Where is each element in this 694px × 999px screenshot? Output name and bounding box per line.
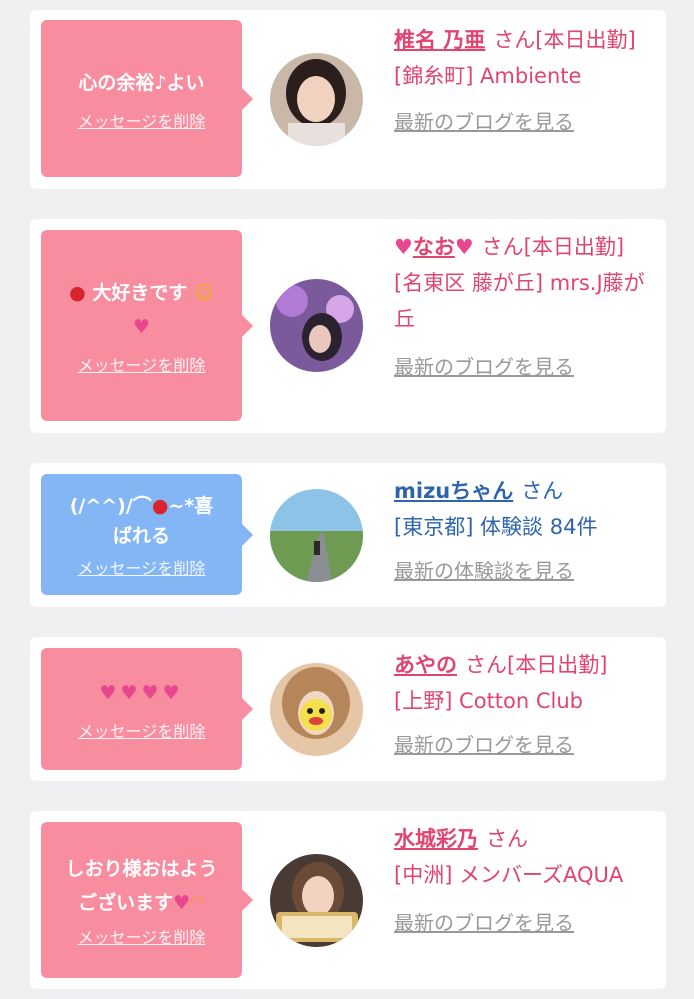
heart-icon: ♥ <box>120 682 142 704</box>
heart-ribbon-icon: ♥ <box>394 235 413 259</box>
delete-message-link[interactable]: メッセージを削除 <box>78 108 206 132</box>
rainbow-icon: ◠ <box>190 892 205 914</box>
honorific-text: さん[本日出勤] <box>481 235 625 259</box>
delete-message-link[interactable]: メッセージを削除 <box>78 718 206 742</box>
location-text: [上野] Cotton Club <box>394 689 584 713</box>
message-text: しおり様おはよう ございます♥◠ <box>65 858 218 914</box>
honorific-text: さん[本日出勤] <box>465 653 608 677</box>
profile-name-link[interactable]: 椎名 乃亜 <box>394 28 485 52</box>
smiling-face-icon: ☺ <box>194 281 214 304</box>
location-text: [名東区 藤が丘] mrs.J藤が丘 <box>394 271 645 331</box>
avatar[interactable] <box>270 53 363 146</box>
blog-link[interactable]: 最新のブログを見る <box>394 110 574 134</box>
list-item: しおり様おはよう ございます♥◠ メッセージを削除 水城彩乃 さん [中洲] メン… <box>30 811 666 989</box>
honorific-text: さん <box>521 479 564 503</box>
message-text: (/^^)/⌒●~*喜 ばれる <box>69 494 214 547</box>
profile-name-link[interactable]: mizuちゃん <box>394 479 513 503</box>
profile-name-link[interactable]: 水城彩乃 <box>394 827 478 851</box>
profile-name-link[interactable]: あやの <box>394 653 457 677</box>
message-bubble: ● 大好きです ☺ ♥ メッセージを削除 <box>41 230 253 421</box>
honorific-text: さん[本日出勤] <box>493 28 636 52</box>
profile-info: 水城彩乃 さん [中洲] メンバーズAQUA 最新のブログを見る <box>394 821 660 941</box>
strawberry-icon: ● <box>69 281 86 304</box>
avatar[interactable] <box>270 663 363 756</box>
list-item: ♥♥♥♥ メッセージを削除 あやの さん[本日出勤] [上野] Cotton Cl… <box>30 637 666 781</box>
experience-link[interactable]: 最新の体験談を見る <box>394 559 574 583</box>
heart-ribbon-icon: ♥ <box>173 892 191 914</box>
heart-ribbon-icon: ♥ <box>454 235 474 259</box>
blog-link[interactable]: 最新のブログを見る <box>394 733 574 757</box>
heart-icon: ♥ <box>132 315 151 338</box>
message-bubble: 心の余裕♪よい メッセージを削除 <box>41 20 253 177</box>
delete-message-link[interactable]: メッセージを削除 <box>78 352 206 376</box>
list-item: (/^^)/⌒●~*喜 ばれる メッセージを削除 mizuちゃん さん [東京都]… <box>30 463 666 607</box>
blog-link[interactable]: 最新のブログを見る <box>394 355 574 379</box>
location-text: [中洲] メンバーズAQUA <box>394 863 624 887</box>
delete-message-link[interactable]: メッセージを削除 <box>78 924 206 948</box>
message-bubble: (/^^)/⌒●~*喜 ばれる メッセージを削除 <box>41 474 253 595</box>
profile-name-link[interactable]: なお <box>413 235 455 259</box>
profile-info: 椎名 乃亜 さん[本日出勤] [錦糸町] Ambiente 最新のブログを見る <box>394 22 660 140</box>
profile-info: ♥なお♥ さん[本日出勤] [名東区 藤が丘] mrs.J藤が丘 最新のブログを見… <box>394 229 660 385</box>
message-text: ● 大好きです ☺ ♥ <box>69 281 214 338</box>
avatar[interactable] <box>270 854 363 947</box>
message-text: 心の余裕♪よい <box>78 71 205 94</box>
message-bubble: ♥♥♥♥ メッセージを削除 <box>41 648 253 770</box>
message-list: 心の余裕♪よい メッセージを削除 椎名 乃亜 さん[本日出勤] [錦糸町] Amb… <box>0 0 694 999</box>
avatar[interactable] <box>270 279 363 372</box>
profile-info: あやの さん[本日出勤] [上野] Cotton Club 最新のブログを見る <box>394 647 660 763</box>
heart-icon: ♥ <box>141 682 163 704</box>
heart-icon: ♥ <box>162 682 184 704</box>
message-bubble: しおり様おはよう ございます♥◠ メッセージを削除 <box>41 822 253 978</box>
avatar[interactable] <box>270 489 363 582</box>
delete-message-link[interactable]: メッセージを削除 <box>78 555 206 579</box>
list-item: 心の余裕♪よい メッセージを削除 椎名 乃亜 さん[本日出勤] [錦糸町] Amb… <box>30 10 666 189</box>
profile-info: mizuちゃん さん [東京都] 体験談 84件 最新の体験談を見る <box>394 473 660 589</box>
strawberry-icon: ● <box>151 494 169 517</box>
blog-link[interactable]: 最新のブログを見る <box>394 911 574 935</box>
location-text: [錦糸町] Ambiente <box>394 64 582 88</box>
heart-icon: ♥ <box>99 682 121 704</box>
location-text: [東京都] 体験談 84件 <box>394 515 598 539</box>
honorific-text: さん <box>486 827 528 851</box>
list-item: ● 大好きです ☺ ♥ メッセージを削除 ♥なお♥ さん[本日出勤] [名東区 藤… <box>30 219 666 433</box>
message-text: ♥♥♥♥ <box>99 676 183 710</box>
